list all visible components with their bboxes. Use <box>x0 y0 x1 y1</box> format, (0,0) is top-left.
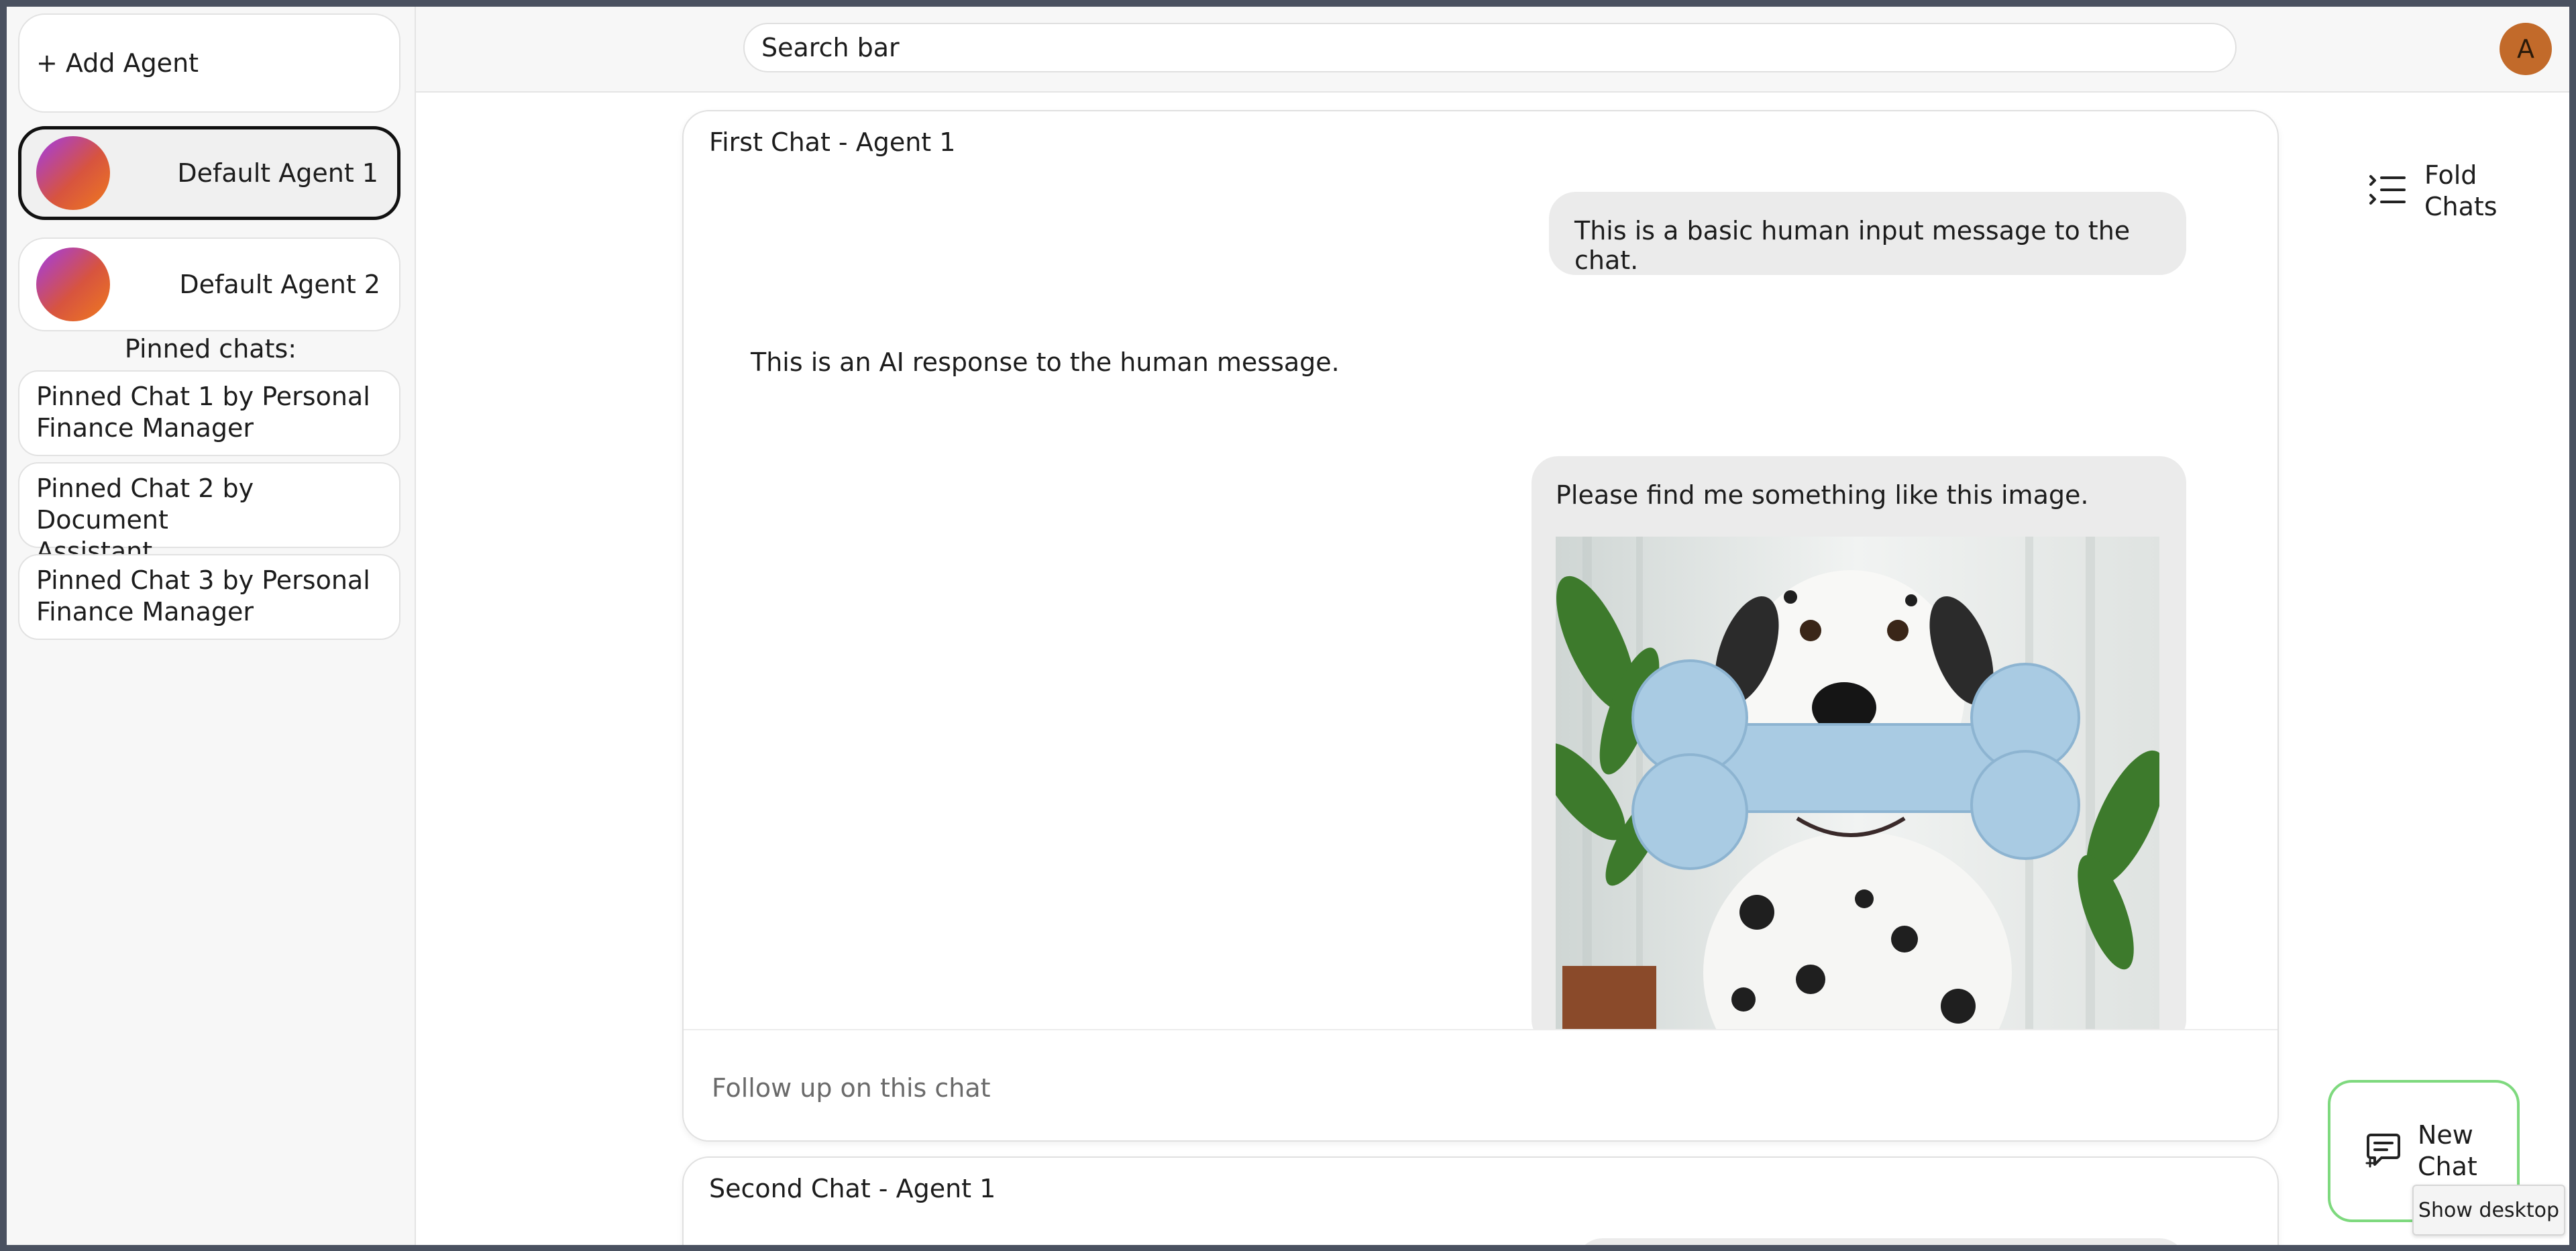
chat-title[interactable]: First Chat - Agent 1 <box>709 127 955 157</box>
list-fold-icon <box>2368 172 2407 210</box>
pinned-chat-item[interactable]: Pinned Chat 1 by Personal Finance Manage… <box>18 370 400 456</box>
chat-add-icon <box>2364 1131 2402 1171</box>
agent-name: Default Agent 1 <box>177 158 378 188</box>
agent-name: Default Agent 2 <box>179 270 380 299</box>
new-chat-label-line1: New <box>2418 1120 2473 1150</box>
pinned-chat-label-line1: Pinned Chat 3 by Personal <box>36 565 370 595</box>
follow-up-input[interactable] <box>710 1064 2189 1112</box>
new-chat-label: New Chat <box>2418 1120 2477 1183</box>
follow-up-bar <box>684 1029 2277 1140</box>
ai-message-text: This is an AI response to the human mess… <box>751 347 1340 377</box>
fold-chats-label: Fold Chats <box>2424 160 2502 223</box>
show-desktop-tooltip: Show desktop <box>2412 1185 2565 1236</box>
new-chat-label-line2: Chat <box>2418 1152 2477 1181</box>
search-input[interactable] <box>743 23 2237 72</box>
sidebar: + Add Agent Default Agent 1 Default Agen… <box>7 7 416 1245</box>
fold-chats-button[interactable]: Fold Chats <box>2368 154 2502 228</box>
pinned-chat-label-line2: Finance Manager <box>36 413 254 443</box>
add-agent-button[interactable]: + Add Agent <box>18 13 400 113</box>
pinned-chat-label-line2: Finance Manager <box>36 597 254 627</box>
human-message-text: Please find me something like this image… <box>1556 480 2089 510</box>
ai-message: This is an AI response to the human mess… <box>751 347 1340 377</box>
add-agent-label: + Add Agent <box>36 48 199 78</box>
chat-card-first: First Chat - Agent 1 This is a basic hum… <box>682 110 2279 1142</box>
chat-title[interactable]: Second Chat - Agent 1 <box>709 1174 996 1203</box>
agent-avatar <box>36 248 110 321</box>
human-message <box>1576 1238 2186 1245</box>
pinned-chats-heading: Pinned chats: <box>124 334 297 364</box>
pinned-chat-label-line1: Pinned Chat 1 by Personal <box>36 382 370 411</box>
pinned-chat-item[interactable]: Pinned Chat 2 by Document Assistant <box>18 462 400 566</box>
human-message: This is a basic human input message to t… <box>1549 192 2186 275</box>
dalmatian-with-toy-bone-image <box>1556 537 2159 1033</box>
human-message-with-image: Please find me something like this image… <box>1532 456 2186 1046</box>
top-header: A <box>416 7 2569 93</box>
chat-card-second: Second Chat - Agent 1 <box>682 1156 2279 1245</box>
app-window: + Add Agent Default Agent 1 Default Agen… <box>7 7 2569 1245</box>
agent-item-default-agent-2[interactable]: Default Agent 2 <box>18 237 400 331</box>
fold-chats-label-line1: Fold <box>2424 160 2477 190</box>
user-avatar[interactable]: A <box>2500 23 2552 75</box>
pinned-chat-label-line1: Pinned Chat 2 by Document <box>36 474 254 535</box>
agent-avatar <box>36 136 110 210</box>
dalmatian-image[interactable] <box>1556 537 2159 1033</box>
agent-item-default-agent-1[interactable]: Default Agent 1 <box>18 126 400 220</box>
fold-chats-label-line2: Chats <box>2424 192 2498 221</box>
user-initial: A <box>2517 34 2534 64</box>
human-message-text: This is a basic human input message to t… <box>1574 216 2131 275</box>
pinned-chat-item[interactable]: Pinned Chat 3 by Personal Finance Manage… <box>18 554 400 640</box>
